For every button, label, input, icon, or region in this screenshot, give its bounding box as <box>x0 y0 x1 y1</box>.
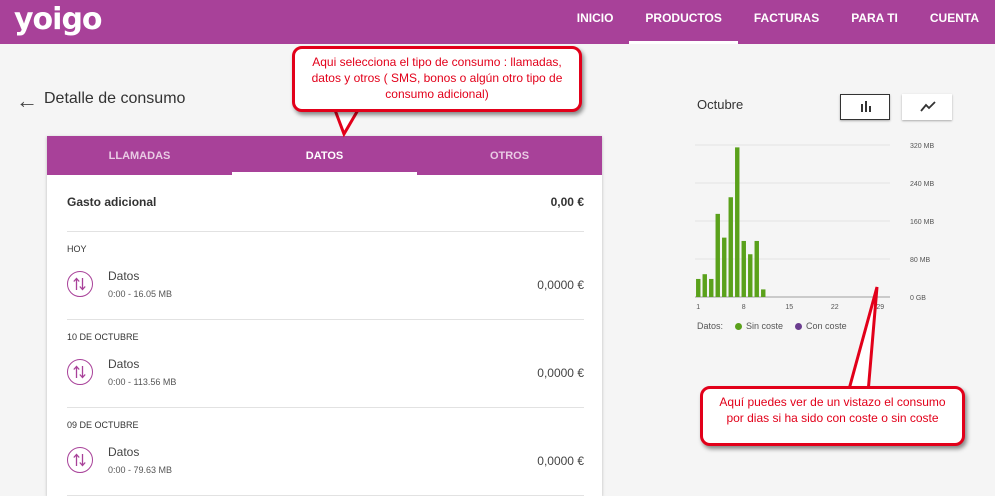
gasto-adicional-row: Gasto adicional 0,00 € <box>67 175 584 232</box>
x-tick-label: 1 <box>696 304 700 311</box>
nav-cuenta[interactable]: CUENTA <box>914 0 995 44</box>
data-transfer-icon <box>67 359 93 385</box>
legend-con-coste: Con coste <box>795 321 847 331</box>
yoigo-logo[interactable]: yoigo <box>14 2 103 37</box>
tab-datos[interactable]: DATOS <box>232 136 417 175</box>
x-tick-label: 15 <box>785 304 793 311</box>
consumo-item-name: Datos <box>108 357 140 371</box>
chart-legend: Datos: Sin coste Con coste <box>697 321 847 331</box>
nav-para-ti[interactable]: PARA TI <box>835 0 914 44</box>
x-tick-label: 22 <box>831 304 839 311</box>
chart-bar <box>735 147 740 297</box>
bar-chart-toggle-button[interactable] <box>840 94 890 120</box>
chart-bar <box>709 278 714 297</box>
line-chart-toggle-button[interactable] <box>902 94 952 120</box>
day-date: 09 DE OCTUBRE <box>67 420 139 430</box>
main-nav: INICIO PRODUCTOS FACTURAS PARA TI CUENTA <box>561 0 995 44</box>
consumo-item-detail: 0:00 - 79.63 MB <box>108 465 173 475</box>
top-callout: Aqui selecciona el tipo de consumo : lla… <box>292 46 582 112</box>
tab-otros[interactable]: OTROS <box>417 136 602 175</box>
x-tick-label: 8 <box>742 304 746 311</box>
consumo-item-value: 0,0000 € <box>537 454 584 468</box>
chart-bar <box>702 274 707 297</box>
legend-sin-coste: Sin coste <box>735 321 783 331</box>
chart-bar <box>715 213 720 297</box>
consumo-item-detail: 0:00 - 16.05 MB <box>108 289 173 299</box>
consumo-item-value: 0,0000 € <box>537 366 584 380</box>
gasto-adicional-value: 0,00 € <box>550 195 584 209</box>
consumption-tabs: LLAMADAS DATOS OTROS <box>47 136 602 175</box>
bar-chart-icon <box>861 101 871 112</box>
nav-facturas[interactable]: FACTURAS <box>738 0 835 44</box>
day-block-10-oct[interactable]: 10 DE OCTUBRE Datos 0:00 - 113.56 MB 0,0… <box>67 320 584 408</box>
y-tick-label: 80 MB <box>910 257 931 264</box>
nav-productos[interactable]: PRODUCTOS <box>629 0 738 44</box>
legend-dot-con-coste <box>795 322 803 330</box>
x-tick-label: 29 <box>876 304 884 311</box>
y-tick-label: 160 MB <box>910 219 934 226</box>
day-block-09-oct[interactable]: 09 DE OCTUBRE Datos 0:00 - 79.63 MB 0,00… <box>67 408 584 496</box>
y-tick-label: 320 MB <box>910 143 934 150</box>
legend-label-con-coste: Con coste <box>806 321 847 331</box>
chart-bar <box>748 254 753 297</box>
page-title: Detalle de consumo <box>44 90 186 107</box>
top-navigation-bar: yoigo INICIO PRODUCTOS FACTURAS PARA TI … <box>0 0 995 44</box>
data-transfer-icon <box>67 447 93 473</box>
consumption-panel: LLAMADAS DATOS OTROS Gasto adicional 0,0… <box>47 136 602 496</box>
consumo-item-detail: 0:00 - 113.56 MB <box>108 377 177 387</box>
chart-bar <box>728 197 733 297</box>
consumo-item-name: Datos <box>108 445 140 459</box>
legend-label-sin-coste: Sin coste <box>746 321 784 331</box>
day-date: 10 DE OCTUBRE <box>67 332 139 342</box>
right-callout: Aquí puedes ver de un vistazo el consumo… <box>700 386 965 446</box>
day-date: HOY <box>67 244 87 254</box>
nav-inicio[interactable]: INICIO <box>561 0 630 44</box>
y-tick-label: 240 MB <box>910 181 934 188</box>
consumo-item-name: Datos <box>108 269 140 283</box>
daily-consumption-chart: 320 MB 240 MB 160 MB 80 MB 0 GB 1 8 15 22 29 <box>695 143 934 311</box>
chart-bar <box>722 237 727 297</box>
tab-llamadas[interactable]: LLAMADAS <box>47 136 232 175</box>
back-arrow-icon[interactable]: ← <box>16 88 38 114</box>
chart-month-title: Octubre <box>697 97 744 112</box>
legend-dot-sin-coste <box>735 322 743 330</box>
gasto-adicional-label: Gasto adicional <box>67 195 157 209</box>
chart-bar <box>754 240 759 297</box>
chart-bar <box>761 289 766 297</box>
data-transfer-icon <box>67 271 93 297</box>
top-callout-pointer <box>332 108 361 138</box>
consumo-item-value: 0,0000 € <box>537 278 584 292</box>
line-chart-icon <box>920 101 936 112</box>
chart-bar <box>741 240 746 297</box>
day-block-hoy[interactable]: HOY Datos 0:00 - 16.05 MB 0,0000 € <box>67 232 584 320</box>
y-tick-label: 0 GB <box>910 295 926 302</box>
legend-title: Datos: <box>697 321 724 331</box>
chart-bar <box>696 278 701 297</box>
